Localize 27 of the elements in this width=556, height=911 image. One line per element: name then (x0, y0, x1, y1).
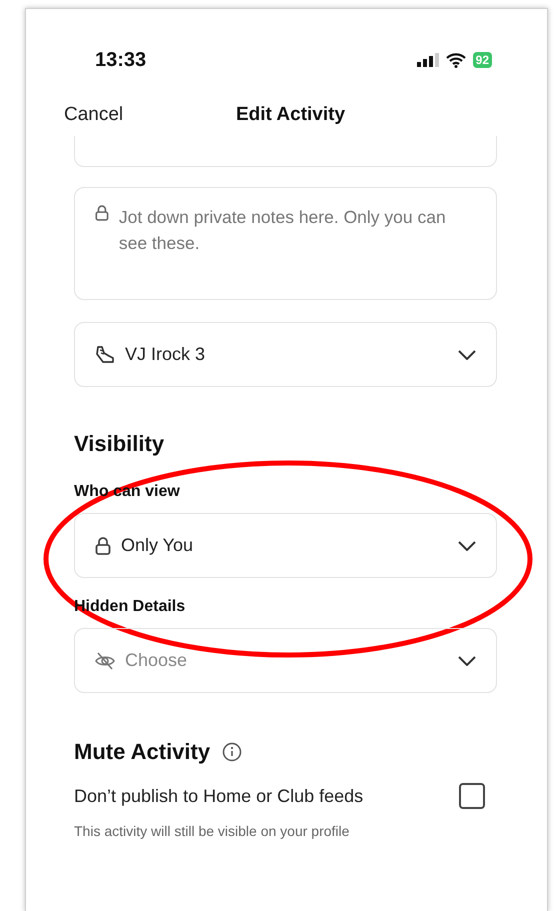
dropdown-select[interactable]: Only You (74, 513, 497, 578)
mute-checkbox[interactable] (459, 783, 485, 809)
wifi-icon (446, 52, 466, 68)
dropdown-select[interactable]: Choose (74, 628, 497, 693)
cancel-button[interactable]: Cancel (64, 104, 124, 126)
lock-icon (95, 536, 111, 554)
chevron-down-icon (458, 540, 476, 550)
section-heading: Mute Activity (74, 739, 210, 765)
helper-text: This activity will still be visible on your profile (74, 823, 350, 839)
notes-placeholder: Jot down private notes here. Only you can see these. (118, 206, 447, 255)
notes-field[interactable]: Jot down private notes here. Only you can see these. (74, 187, 497, 300)
status-time: 13:33 (95, 48, 146, 72)
battery-level: 92 (472, 52, 492, 68)
info-icon[interactable] (222, 742, 242, 762)
shoe-icon (95, 344, 115, 364)
screen-title: Edit Activity (236, 104, 346, 126)
option-label: Don’t publish to Home or Club feeds (74, 786, 364, 806)
section-heading: Visibility (74, 431, 166, 457)
chevron-down-icon (458, 350, 476, 360)
gear-select[interactable]: VJ Irock 3 (74, 322, 497, 387)
lock-icon (95, 204, 109, 222)
eye-slash-icon (95, 652, 115, 670)
select-value: Only You (121, 535, 194, 556)
feel-field[interactable] (74, 136, 497, 167)
select-placeholder: Choose (125, 650, 188, 671)
chevron-down-icon (458, 656, 476, 666)
signal-icon (416, 53, 439, 67)
